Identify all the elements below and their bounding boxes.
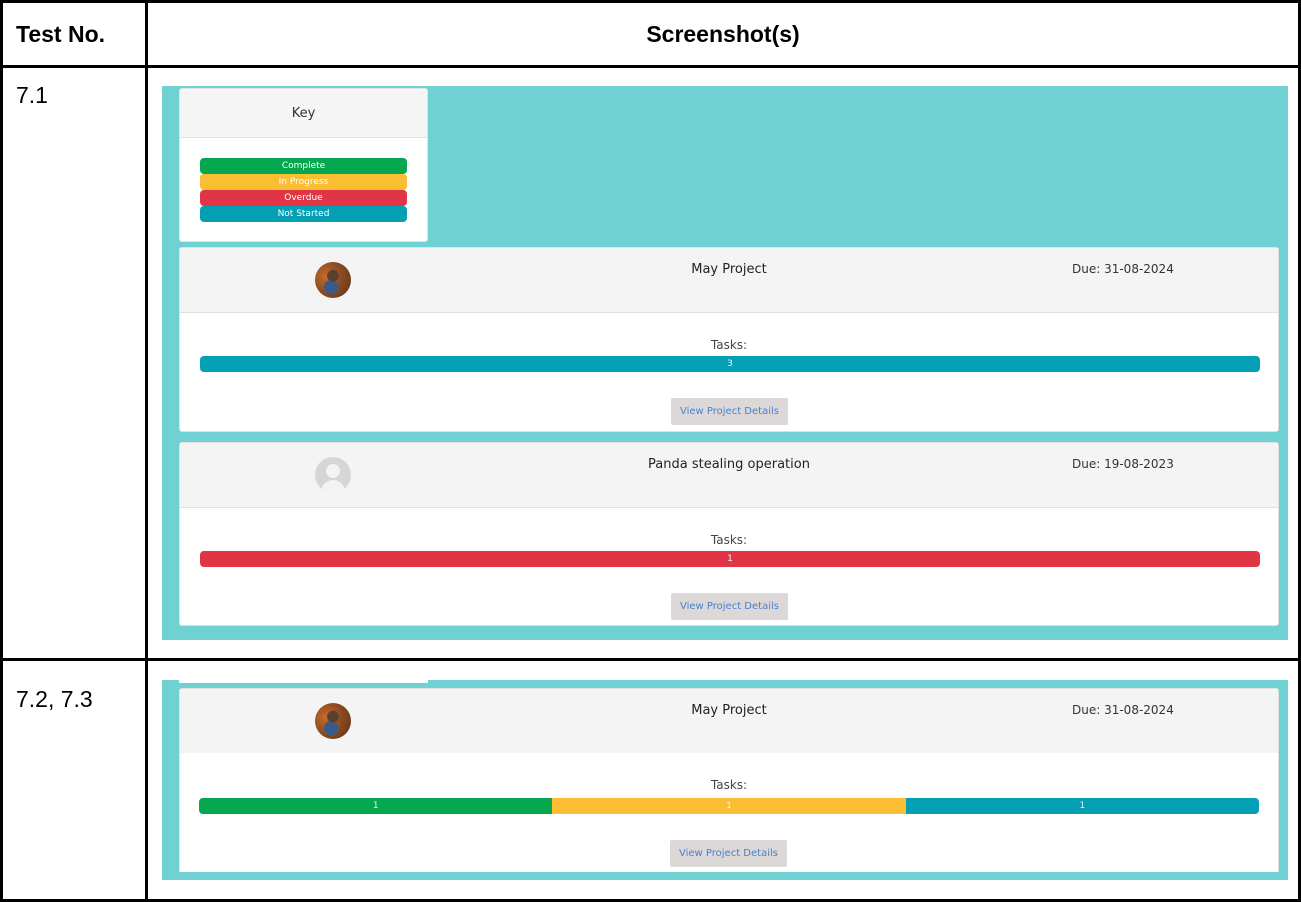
bar-segment-complete: 1 [199,798,553,814]
task-progress-bar: 1 [200,551,1260,567]
key-title: Key [180,89,427,138]
project-card-header: Panda stealing operation Due: 19-08-2023 [180,443,1278,508]
header-screenshots: Screenshot(s) [646,21,800,47]
due-date: Due: 31-08-2024 [1072,703,1174,717]
project-card: May Project Due: 31-08-2024 Tasks: 3 Vie… [179,247,1279,432]
key-not-started: Not Started [200,206,407,222]
bar-segment-in-progress: 1 [552,798,906,814]
tasks-label: Tasks: [710,533,748,547]
table-header-divider [0,65,1301,68]
due-date: Due: 31-08-2024 [1072,262,1174,276]
status-key-card: Key Complete In Progress Overdue Not Sta… [179,88,428,242]
project-card-header: May Project Due: 31-08-2024 [180,248,1278,313]
table-column-divider [145,0,148,902]
bar-segment-not-started: 3 [200,356,1260,372]
header-test-no: Test No. [16,21,106,47]
project-card: Panda stealing operation Due: 19-08-2023… [179,442,1279,626]
row-label-7-2-7-3: 7.2, 7.3 [16,686,93,712]
view-project-details-button[interactable]: View Project Details [670,840,787,867]
task-progress-bar: 3 [200,356,1260,372]
key-in-progress: In Progress [200,174,407,190]
key-overdue: Overdue [200,190,407,206]
task-progress-bar: 1 1 1 [199,798,1259,814]
due-date: Due: 19-08-2023 [1072,457,1174,471]
row-label-7-1: 7.1 [16,82,48,108]
screenshot-7-2-7-3-bottom [162,790,1288,797]
bar-segment-overdue: 1 [200,551,1260,567]
bar-segment-not-started: 1 [905,798,1259,814]
key-complete: Complete [200,158,407,174]
table-border-left [0,0,3,902]
view-project-details-button[interactable]: View Project Details [671,593,788,620]
project-card-header: May Project Due: 31-08-2024 [180,689,1278,754]
view-project-details-button[interactable]: View Project Details [671,398,788,425]
cropped-card-edge [179,680,428,683]
table-border-top [0,0,1301,3]
table-row-divider [0,658,1301,661]
key-legend: Complete In Progress Overdue Not Started [200,158,407,222]
tasks-label: Tasks: [710,338,748,352]
